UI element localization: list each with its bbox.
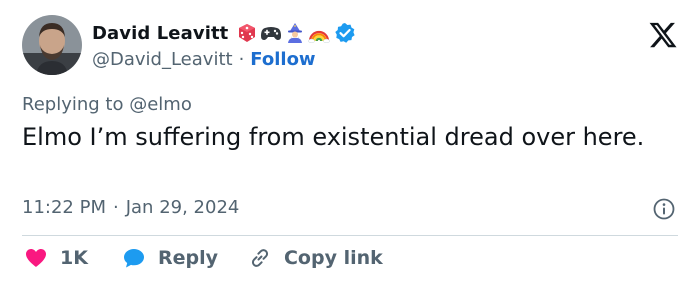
author-identity: David Leavitt @David_Leavitt · Follow	[92, 15, 356, 70]
game-die-icon	[237, 23, 257, 43]
verified-badge-icon	[330, 22, 356, 44]
author-name-row: David Leavitt	[92, 20, 356, 46]
reply-to-handle[interactable]: @elmo	[129, 94, 192, 115]
timestamp-separator: ·	[112, 197, 119, 218]
like-button[interactable]: 1K	[24, 246, 88, 270]
author-handle-row: @David_Leavitt · Follow	[92, 49, 356, 70]
avatar[interactable]	[22, 15, 82, 75]
tweet-date: Jan 29, 2024	[125, 197, 240, 218]
mage-icon	[285, 23, 305, 43]
author-display-name[interactable]: David Leavitt	[92, 23, 228, 44]
rainbow-icon	[308, 23, 331, 43]
tweet-time: 11:22 PM	[22, 197, 106, 218]
tweet-timestamp[interactable]: 11:22 PM · Jan 29, 2024	[22, 197, 239, 218]
x-logo-icon[interactable]	[648, 20, 678, 50]
reply-context: Replying to @elmo	[22, 94, 192, 115]
video-game-icon	[260, 23, 282, 43]
divider	[22, 235, 678, 236]
info-icon[interactable]	[652, 197, 676, 221]
author-name-emojis	[237, 23, 331, 43]
tweet-header: David Leavitt @David_Leavitt · Follow	[22, 15, 356, 75]
tweet-text: Elmo I’m suffering from existential drea…	[22, 123, 645, 151]
link-icon	[251, 249, 269, 267]
copy-link-button[interactable]: Copy link	[248, 246, 383, 270]
tweet-actions: 1K Reply Copy link	[24, 246, 415, 270]
author-handle[interactable]: @David_Leavitt	[92, 49, 233, 70]
handle-separator: ·	[238, 49, 245, 70]
follow-button[interactable]: Follow	[250, 49, 315, 70]
reply-bubble-icon	[123, 249, 144, 268]
copy-link-label: Copy link	[283, 247, 383, 269]
reply-prefix: Replying to	[22, 94, 124, 115]
heart-icon	[26, 249, 46, 267]
reply-button[interactable]: Reply	[122, 246, 218, 270]
tweet-embed-card: David Leavitt @David_Leavitt · Follow Re…	[0, 0, 700, 287]
like-count: 1K	[60, 247, 88, 269]
reply-label: Reply	[157, 247, 218, 269]
